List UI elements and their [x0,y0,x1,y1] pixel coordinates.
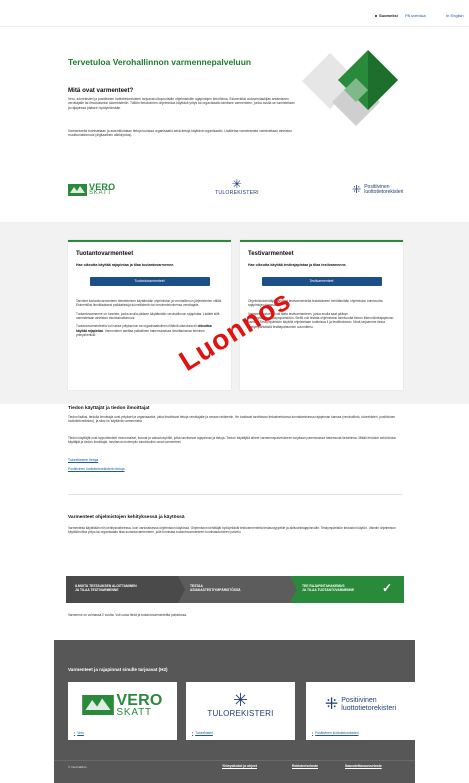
hero-paragraph-2: Varmenteella tunnistetaan ja autentikoid… [68,129,293,138]
footer-link-privacy[interactable]: Rekisteriseloste [292,764,318,769]
hero-paragraph-1: Vero, tulorekisteri ja positiivinen luot… [68,97,295,110]
tulorekisteri-logo-box: ✳ TULOREKISTERI [207,691,273,720]
process-step-2: TESTAA ASIAKASTESTIYMPÄRISTÖSSÄ [178,576,298,603]
tulorekisteri-info-link[interactable]: Tulorekisterin tietoja [68,458,98,463]
checkmark-icon: ✓ [381,581,392,595]
card-title: Testivarmenteet [248,251,294,257]
vero-logo[interactable]: VERO SKATT [68,178,115,202]
footer-divider [54,760,415,761]
positiivinen-link[interactable]: › Positiivinen luottotietorekisteri [312,731,359,735]
tulorekisteri-logo[interactable]: ✳ TULOREKISTERI [215,178,259,202]
positiivinen-mark-icon: ⁜ [324,696,339,714]
tulorekisteri-logo-text: TULOREKISTERI [215,190,259,196]
positiivinen-logo-text: Positiivinen luottotietorekisteri [364,184,404,196]
chevron-right-icon: › [74,731,76,735]
positiivinen-info-link[interactable]: Positiivinen luottotietorekisterin tieto… [68,467,125,472]
positiivinen-logo[interactable]: ⁜ Positiivinen luottotietorekisteri [352,178,403,202]
positiivinen-link-label: Positiivinen luottotietorekisteri [315,731,359,735]
tulorekisteri-link-label: Tulorekisteri [195,731,213,735]
chevron-right-icon: › [312,731,314,735]
section-divider [68,494,402,495]
vero-emblem-icon [68,184,87,196]
footer-card-vero[interactable]: VERO SKATT › Vero [68,682,177,740]
vero-logo-word: VERO [116,691,163,709]
card-paragraph: Tuotantovarmenne on tunniste, jonka avul… [76,311,220,320]
vero-logo-box: VERO SKATT [82,691,163,718]
process-step-1: ILMOITA TESTAUKSEN ALOITTAMINEN JA TILAA… [66,576,186,603]
card-title: Tuotantovarmenteet [76,251,134,257]
snowflake-icon: ✳ [232,689,249,710]
footer-link-accessibility[interactable]: Saavutettavuusseloste [345,764,382,769]
vero-logo-text: VERO SKATT [89,183,115,197]
positiivinen-logo-box: ⁜ Positiivinen luottotietorekisteri [325,694,396,716]
lang-finnish[interactable]: Suomeksi [375,13,398,18]
skatt-logo-word: SKATT [89,190,112,197]
positiivinen-logo-line-2: luottotietorekisteri [364,189,404,195]
process-step-3: TEE RAJAPINTAHAKEMUS JA TILAA TUOTANTOVA… [290,576,404,603]
snowflake-icon: ✳ [231,177,242,191]
vero-logo-text: VERO SKATT [116,691,163,718]
page: Suomeksi På svenska In English Tervetulo… [0,0,469,783]
process-step-line: JA TILAA TESTIVARMENNE [75,588,119,593]
footer-card-positiivinen[interactable]: ⁜ Positiivinen luottotietorekisteri › Pos… [306,682,415,740]
vero-logo: VERO SKATT [68,688,177,722]
vero-emblem-icon [82,695,115,715]
hero-subtitle: Mitä ovat varmenteet? [68,87,134,94]
vero-link[interactable]: › Vero [74,731,84,735]
lang-swedish[interactable]: På svenska [405,13,426,18]
partner-logos: VERO SKATT ✳ TULOREKISTERI ⁜ Positiivine… [0,178,469,208]
lang-finnish-label: Suomeksi [379,13,398,18]
positiivinen-mark-icon: ⁜ [352,183,362,196]
info-paragraph-2: Tiedon käyttäjät ovat lopputilanteet vir… [68,436,397,445]
selected-dot-icon [375,14,377,17]
footer-link-contact[interactable]: Yhteystiedot ja ohjeet [222,764,257,769]
top-bar: Suomeksi På svenska In English [0,0,469,30]
copyright: © Verohallinto [68,765,87,769]
lang-english[interactable]: In English [446,13,464,18]
info-title: Tiedon käyttäjät ja tiedon ilmoittajat [68,406,150,411]
tulorekisteri-link[interactable]: › Tulorekisteri [192,731,213,735]
process-step-line: ASIAKASTESTIYMPÄRISTÖSSÄ [190,588,241,593]
production-certificates-button[interactable]: Tuotantovarmenteet [89,276,210,286]
tulorekisteri-logo-text: TULOREKISTERI [207,708,274,718]
footer-card-tulorekisteri[interactable]: ✳ TULOREKISTERI › Tulorekisteri [186,682,295,740]
card-paragraph: Tarvitset tuotantovarmenteen tietoteknis… [76,298,222,308]
diamond-graphic-icon [302,50,398,126]
positiivinen-logo: ⁜ Positiivinen luottotietorekisteri [306,688,415,722]
positiivinen-logo-line-1: Positiivinen [341,697,377,705]
vero-link-label: Vero [77,731,84,735]
positiivinen-logo-line-2: luottotietorekisteri [341,705,397,712]
skatt-logo-word: SKATT [116,706,152,718]
positiivinen-logo-text: Positiivinen luottotietorekisteri [341,697,396,712]
card-subtitle: Hae oikeutta käyttää testirajapintaa ja … [248,263,347,268]
process-paragraph: Varmenteita käytetään niin kehitysvaihee… [68,526,396,535]
tulorekisteri-logo: ✳ TULOREKISTERI [186,688,295,722]
chevron-right-icon: › [192,731,194,735]
info-paragraph-1: Tiedon lisäksi, tiedolla ilmoittajia ova… [68,415,396,424]
footer-title: Varmenteet ja rajapinnat sinulle tarjoav… [68,667,168,672]
process-title: Varmenteet ohjelmistojen kehityksessä ja… [68,515,185,520]
page-title: Tervetuloa Verohallinnon varmennepalvelu… [68,57,252,67]
process-steps: ILMOITA TESTAUKSEN ALOITTAMINEN JA TILAA… [66,576,404,603]
process-note: Varmenne on voimassa 2 vuotta. Voit uusi… [68,613,188,617]
card-subtitle: Hae oikeutta käyttää rajapintaa ja tilaa… [76,263,175,268]
top-divider [0,26,469,27]
